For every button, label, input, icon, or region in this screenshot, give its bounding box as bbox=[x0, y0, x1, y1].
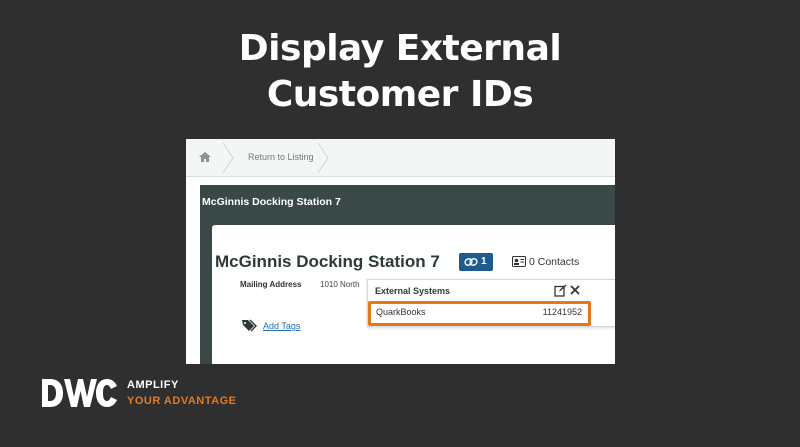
external-systems-title: External Systems bbox=[375, 286, 451, 296]
edit-icon[interactable] bbox=[554, 284, 567, 297]
mailing-address-value: 1010 North bbox=[320, 280, 360, 289]
contacts-label: 0 Contacts bbox=[529, 256, 580, 268]
company-name: McGinnis Docking Station 7 bbox=[215, 252, 440, 271]
tags-icon bbox=[242, 319, 257, 332]
tagline-line-1: AMPLIFY bbox=[127, 379, 179, 391]
home-icon[interactable] bbox=[198, 150, 212, 164]
breadcrumb-separator bbox=[222, 143, 234, 173]
external-system-name: QuarkBooks bbox=[376, 307, 426, 317]
slide-title-line-1: Display External bbox=[238, 28, 562, 69]
add-tags-link[interactable]: Add Tags bbox=[241, 319, 300, 333]
record-header-title: McGinnis Docking Station 7 bbox=[202, 196, 341, 208]
external-system-row: QuarkBooks 11241952 bbox=[368, 301, 591, 326]
contacts-button[interactable]: 0 Contacts bbox=[512, 256, 579, 268]
breadcrumb-separator bbox=[317, 143, 329, 173]
add-tags-label: Add Tags bbox=[263, 321, 301, 331]
slide-title: Display External Customer IDs bbox=[0, 26, 800, 118]
return-to-listing-link[interactable]: Return to Listing bbox=[248, 152, 314, 162]
external-links-count: 1 bbox=[481, 256, 487, 267]
external-links-button[interactable]: 1 bbox=[459, 253, 493, 271]
tagline-line-2: YOUR ADVANTAGE bbox=[127, 395, 237, 407]
close-icon[interactable] bbox=[569, 284, 581, 296]
contact-card-icon bbox=[512, 256, 526, 267]
external-customer-id: 11241952 bbox=[542, 307, 582, 317]
dwc-logo bbox=[42, 379, 117, 407]
external-systems-popover: External Systems QuarkBooks 11241952 bbox=[367, 279, 615, 327]
app-screenshot: Return to Listing McGinnis Docking Stati… bbox=[186, 139, 615, 364]
link-icon bbox=[464, 258, 478, 266]
mailing-address-label: Mailing Address bbox=[240, 280, 302, 289]
breadcrumb: Return to Listing bbox=[186, 139, 615, 177]
slide-title-line-2: Customer IDs bbox=[266, 74, 534, 115]
